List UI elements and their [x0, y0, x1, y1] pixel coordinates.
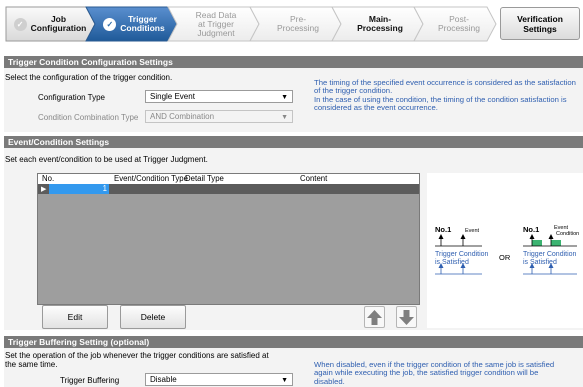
event-condition-instruction: Set each event/condition to be used at T… — [5, 155, 208, 164]
arrow-up-icon — [367, 310, 382, 325]
step-read-data[interactable]: Read Data at Trigger Judgment — [178, 2, 254, 46]
edit-button[interactable]: Edit — [42, 305, 108, 329]
trigger-buffering-note: When disabled, even if the trigger condi… — [314, 360, 555, 386]
step-main-processing[interactable]: Main- Processing — [342, 2, 418, 46]
config-type-select[interactable]: Single Event ▼ — [145, 90, 293, 103]
step-label: Trigger Conditions — [120, 14, 165, 33]
diagram-left-no: No.1 — [435, 225, 452, 234]
diagram-left-event: Event — [465, 228, 480, 234]
column-header-no: No. — [42, 174, 55, 183]
event-condition-header: Event/Condition Settings — [4, 136, 583, 148]
arrow-down-icon — [399, 310, 414, 325]
diagram-or-label: OR — [499, 253, 511, 262]
step-label: Post- Processing — [437, 14, 481, 33]
trigger-condition-note: The timing of the specified event occurr… — [314, 78, 576, 113]
step-trigger-conditions[interactable]: ✓ Trigger Conditions — [96, 2, 172, 46]
verification-settings-button[interactable]: Verification Settings — [500, 7, 580, 40]
row-number-cell[interactable]: 1 — [49, 184, 109, 194]
config-type-label: Configuration Type — [38, 93, 106, 102]
step-label: Job Configuration — [30, 14, 87, 33]
table-header: No. Event/Condition Type Detail Type Con… — [38, 174, 419, 184]
step-label: Main- Processing — [357, 14, 403, 33]
step-post-processing[interactable]: Post- Processing — [424, 2, 494, 46]
trigger-buffering-label: Trigger Buffering — [60, 376, 120, 385]
trigger-buffering-select[interactable]: Disable ▼ — [145, 373, 293, 386]
move-down-button[interactable] — [396, 306, 417, 328]
trigger-condition-instruction: Select the configuration of the trigger … — [5, 73, 173, 82]
check-icon: ✓ — [103, 17, 117, 31]
move-up-button[interactable] — [364, 306, 385, 328]
check-icon: ✓ — [13, 17, 27, 31]
dropdown-arrow-icon: ▼ — [281, 377, 288, 384]
step-job-configuration[interactable]: ✓ Job Configuration — [8, 2, 92, 46]
step-label: Read Data at Trigger Judgment — [195, 9, 237, 38]
select-value: Single Event — [150, 92, 195, 101]
select-value: AND Combination — [150, 112, 215, 121]
delete-button[interactable]: Delete — [120, 305, 186, 329]
row-pointer-icon: ▶ — [41, 186, 47, 193]
table-row[interactable]: ▶ 1 — [38, 184, 419, 194]
dropdown-arrow-icon: ▼ — [281, 114, 288, 121]
diagram-right-no: No.1 — [523, 225, 540, 234]
event-condition-table[interactable]: No. Event/Condition Type Detail Type Con… — [37, 173, 420, 305]
diagram-right-caption: Trigger Condition is Satisfied — [523, 251, 577, 266]
step-label: Pre- Processing — [276, 14, 320, 33]
trigger-timing-diagram: No.1 Event Trigger Condition is Satisfie… — [427, 173, 583, 328]
wizard-step-bar: ✓ Job Configuration ✓ Trigger Conditions… — [0, 0, 583, 48]
column-header-event-type: Event/Condition Type — [114, 174, 188, 183]
combination-type-label: Condition Combination Type — [38, 113, 139, 122]
trigger-buffering-header: Trigger Buffering Setting (optional) — [4, 336, 583, 348]
column-header-content: Content — [300, 174, 328, 183]
trigger-buffering-instruction: Set the operation of the job whenever th… — [5, 351, 269, 369]
trigger-condition-header: Trigger Condition Configuration Settings — [4, 56, 583, 68]
select-value: Disable — [150, 375, 177, 384]
diagram-right-condition: Condition — [556, 231, 580, 237]
diagram-left-caption: Trigger Condition is Satisfied — [435, 251, 489, 266]
combination-type-select[interactable]: AND Combination ▼ — [145, 110, 293, 123]
step-pre-processing[interactable]: Pre- Processing — [260, 2, 336, 46]
column-header-detail-type: Detail Type — [185, 174, 224, 183]
dropdown-arrow-icon: ▼ — [281, 94, 288, 101]
